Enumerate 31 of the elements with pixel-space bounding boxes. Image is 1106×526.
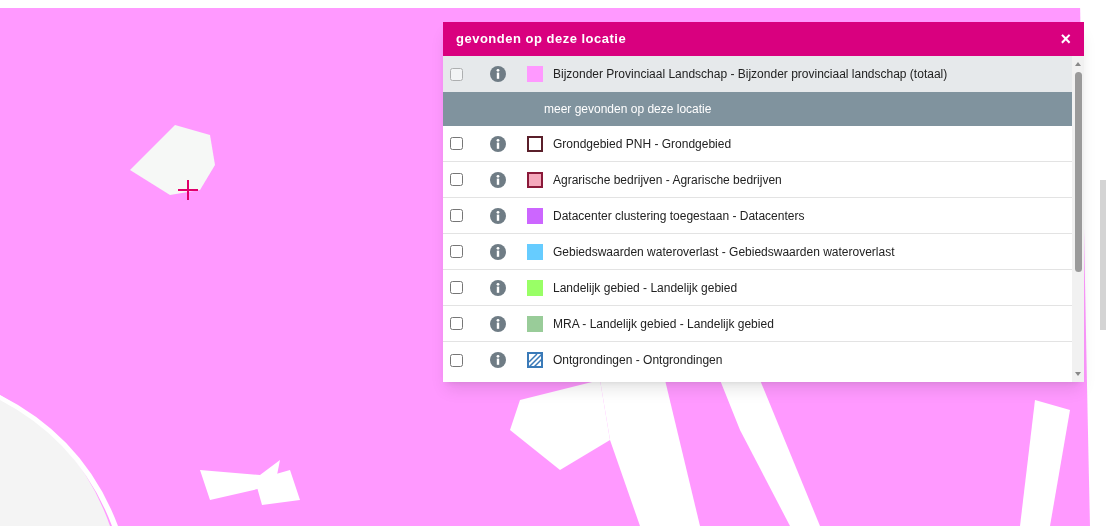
- info-icon[interactable]: [490, 279, 506, 296]
- layer-label: Grondgebied PNH - Grondgebied: [553, 135, 732, 153]
- layer-label: Ontgrondingen - Ontgrondingen: [553, 352, 723, 369]
- layer-label: Datacenter clustering toegestaan - Datacenters: [553, 207, 805, 225]
- section-header-text: meer gevonden op deze locatie: [544, 101, 712, 118]
- popup-title: gevonden op deze locatie: [456, 30, 627, 49]
- info-icon[interactable]: [490, 171, 506, 188]
- layer-label: Landelijk gebied - Landelijk gebied: [553, 279, 738, 297]
- layer-checkbox[interactable]: [450, 317, 463, 330]
- layer-checkbox[interactable]: [450, 209, 463, 222]
- layer-label: Bijzonder Provinciaal Landschap - Bijzonder provinciaal landschap (totaal): [553, 66, 948, 83]
- layer-checkbox[interactable]: [450, 353, 463, 367]
- info-icon[interactable]: [490, 135, 506, 152]
- info-icon[interactable]: [490, 66, 506, 82]
- layer-checkbox[interactable]: [450, 281, 463, 294]
- layer-checkbox[interactable]: [450, 245, 463, 258]
- layer-label: Agrarische bedrijven - Agrarische bedrijven: [553, 171, 782, 189]
- layer-label: Gebiedswaarden wateroverlast - Gebiedswaarden wateroverlast: [553, 243, 895, 261]
- info-icon[interactable]: [490, 315, 506, 332]
- layer-checkbox[interactable]: [450, 173, 463, 186]
- close-button[interactable]: ×: [1060, 30, 1071, 48]
- scrollbar[interactable]: [1072, 56, 1084, 382]
- crosshair-icon: [178, 180, 198, 200]
- layer-checkbox[interactable]: [450, 137, 463, 150]
- scroll-up-icon[interactable]: [1074, 60, 1082, 68]
- scroll-down-icon[interactable]: [1074, 370, 1082, 378]
- layer-label: MRA - Landelijk gebied - Landelijk gebied: [553, 315, 774, 333]
- scrollbar-thumb[interactable]: [1074, 72, 1082, 272]
- info-icon[interactable]: [490, 352, 506, 368]
- info-icon[interactable]: [490, 243, 506, 260]
- info-icon[interactable]: [490, 207, 506, 224]
